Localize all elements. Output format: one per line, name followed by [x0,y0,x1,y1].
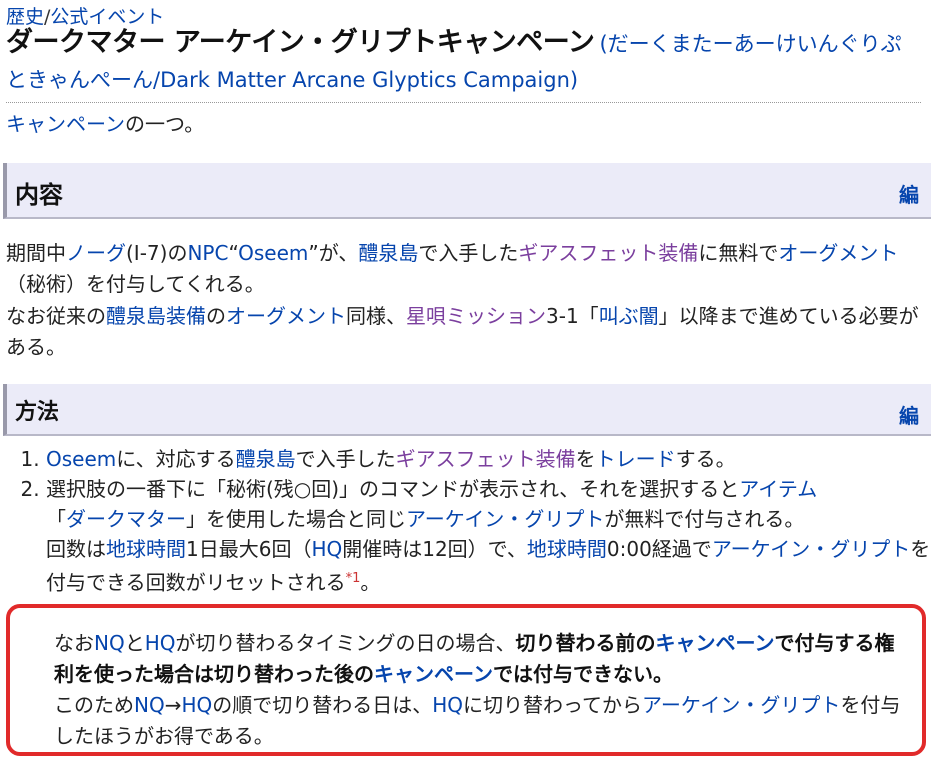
link-norg[interactable]: ノーグ [66,241,126,265]
link-augment[interactable]: オーグメント [226,304,346,328]
text: を [575,447,596,471]
footnote-link[interactable]: *1 [346,571,361,586]
edit-link-method[interactable]: 編 [899,400,919,429]
text: 切り替わる前の [515,631,656,655]
callout-text: なおNQとHQが切り替わるタイミングの日の場合、切り替わる前のキャンペーンで付与… [54,628,914,752]
link-hq[interactable]: HQ [311,537,342,561]
text: 1日最大6回（ [186,537,312,561]
link-reisenjima-gear[interactable]: 醴泉島装備 [106,304,206,328]
section-title-content: 内容 [15,181,63,209]
link-rhapsodies-mission[interactable]: 星唄ミッション [406,304,546,328]
text: 選択肢の一番下に「秘術(残○回)」のコマンドが表示され、それを選択すると [46,477,740,501]
text: で入手した [295,447,396,471]
link-npc[interactable]: NPC [187,241,228,265]
breadcrumb: 歴史/公式イベント [6,2,164,29]
text: 「 [46,507,66,531]
text: 」を使用した場合と同じ [186,507,406,531]
text: に切り替わってから [463,693,643,717]
text: なお [54,631,94,655]
text: 。 [360,570,381,595]
edit-link-content[interactable]: 編 [899,179,919,208]
text: 開催時は12回）で、 [342,537,527,561]
link-arcane-glyptic[interactable]: アーケイン・グリプト [406,507,604,531]
page-title: ダークマター アーケイン・グリプトキャンペーン [6,27,595,58]
link-hq[interactable]: HQ [432,693,463,717]
text: では付与できない。 [493,662,673,686]
text: 回数は [46,537,106,561]
link-geas-fete-gear[interactable]: ギアスフェット装備 [518,241,698,265]
link-oseem[interactable]: Oseem [238,241,308,265]
text: が無料で付与される。 [604,507,805,531]
link-trade[interactable]: トレード [596,447,676,471]
section-header-content: 内容 編 [3,163,931,219]
link-item[interactable]: アイテム [739,477,817,501]
text: (I-7)の [126,241,188,265]
text: する。 [675,447,736,471]
link-arcane-glyptic[interactable]: アーケイン・グリプト [642,693,840,717]
text: の順で切り替わる日は、 [212,693,433,717]
text: 経過で [651,537,712,561]
text: の [206,304,226,328]
text: と [124,631,145,655]
text: に、対応する [116,447,236,471]
link-augment[interactable]: オーグメント [778,241,898,265]
content-paragraph-2: なお従来の醴泉島装備のオーグメント同様、星唄ミッション3-1「叫ぶ闇」以降まで進… [6,301,921,363]
link-earth-time[interactable]: 地球時間 [527,537,607,561]
breadcrumb-link-history[interactable]: 歴史 [6,6,44,28]
list-item: Oseemに、対応する醴泉島で入手したギアスフェット装備をトレードする。 [46,444,934,474]
text: このため [54,693,134,717]
link-nq[interactable]: NQ [134,693,165,717]
page-title-block: ダークマター アーケイン・グリプトキャンペーン (だーくまたーあーけいんぐりぷと… [6,26,921,103]
breadcrumb-link-official-events[interactable]: 公式イベント [50,6,164,28]
text: → [164,693,182,717]
link-dark-matter[interactable]: ダークマター [66,507,186,531]
text: なお従来の [6,304,106,328]
link-hq[interactable]: HQ [145,631,176,655]
section-header-method: 方法 編 [3,384,931,436]
link-earth-time[interactable]: 地球時間 [106,537,186,561]
content-paragraph-1: 期間中ノーグ(I-7)のNPC“Oseem”が、醴泉島で入手したギアスフェット装… [6,238,921,300]
text: 0:00 [606,537,652,561]
link-campaign[interactable]: キャンペーン [374,662,493,686]
link-reisenjima[interactable]: 醴泉島 [358,241,418,265]
link-geas-fete-gear[interactable]: ギアスフェット装備 [396,447,576,471]
text: が切り替わるタイミングの日の場合、 [175,631,516,655]
link-nq[interactable]: NQ [94,631,125,655]
text: ”が、 [308,241,359,265]
text: で入手した [418,241,519,265]
intro-text: キャンペーンの一つ。 [6,108,204,137]
link-campaign[interactable]: キャンペーン [6,112,125,136]
link-hq[interactable]: HQ [181,693,212,717]
link-reisenjima[interactable]: 醴泉島 [236,447,296,471]
section-title-method: 方法 [15,400,60,425]
callout-box: なおNQとHQが切り替わるタイミングの日の場合、切り替わる前のキャンペーンで付与… [6,604,926,756]
link-oseem[interactable]: Oseem [46,447,116,471]
intro-suffix: の一つ。 [125,112,205,136]
link-arcane-glyptic[interactable]: アーケイン・グリプト [712,537,910,561]
text: “ [228,241,239,265]
list-item: 選択肢の一番下に「秘術(残○回)」のコマンドが表示され、それを選択するとアイテム… [46,474,934,598]
link-sakebu-yami[interactable]: 叫ぶ闇 [599,304,659,328]
text: 期間中 [6,241,66,265]
text: に無料で [698,241,779,265]
text: 同様、 [346,304,406,328]
steps-list: Oseemに、対応する醴泉島で入手したギアスフェット装備をトレードする。 選択肢… [6,444,934,598]
text: （秘術）を付与してくれる。 [6,272,265,296]
text: 3-1「 [546,304,599,328]
link-campaign[interactable]: キャンペーン [655,631,774,655]
